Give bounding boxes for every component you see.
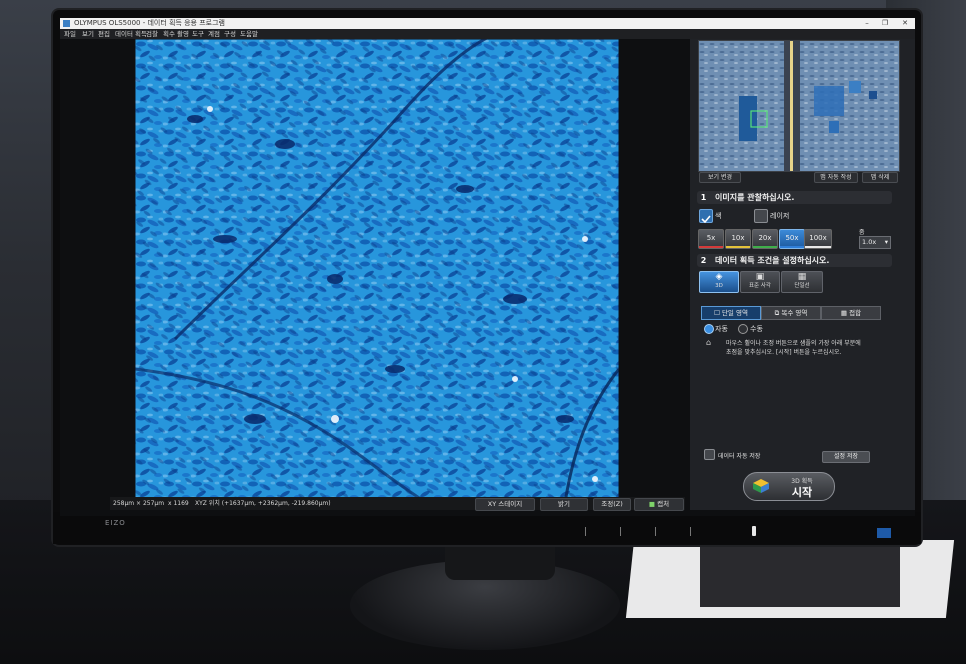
figure-icon: ▣ [755,272,765,282]
bezel-button[interactable] [655,527,656,536]
section2-number: 2 [700,256,707,265]
start-button[interactable]: 3D 획득 시작 [743,472,835,501]
cube-3d-icon [753,479,769,493]
color-checkbox[interactable] [699,209,713,224]
field-size-readout: 258μm × 257μm [113,500,165,507]
zoom-readout: x 1169 [168,500,189,507]
monitor-bezel-bottom [53,512,921,544]
zoom-label: 줌 [859,229,865,236]
power-led-icon [752,526,756,536]
mag-5x-button[interactable]: 5x [698,229,724,249]
radio-manual-label: 수동 [750,325,763,333]
grid-icon: ▦ [840,309,848,317]
menu-help[interactable]: 도움말 [240,29,258,39]
tab-multi-area[interactable]: ⧉ 복수 영역 [761,306,821,320]
laser-label: 레이저 [770,212,790,220]
mag-100x-button[interactable]: 100x [804,229,832,249]
live-microscope-image[interactable] [135,39,619,503]
radio-manual[interactable] [738,324,748,334]
xyz-position-readout: XYZ 위치 (+1637μm, +2362μm, -219.860μm) [195,500,331,507]
app-icon [63,20,70,27]
section1-number: 1 [700,193,707,202]
menu-tools[interactable]: 도구 [192,29,204,39]
chevron-down-icon: ▾ [884,238,888,246]
maximize-button[interactable]: ❐ [876,18,894,29]
laser-checkbox[interactable] [754,209,768,223]
radio-auto[interactable] [704,324,714,334]
mag-20x-button[interactable]: 20x [752,229,778,249]
mode-standard-tile[interactable]: ▣ 표준 사각 [740,271,780,293]
xy-stage-button[interactable]: XY 스테이지 [475,498,535,511]
bezel-button[interactable] [585,527,586,536]
color-label: 색 [715,212,722,220]
auto-map-button[interactable]: 맵 자동 작성 [814,172,858,183]
multi-square-icon: ⧉ [774,309,780,317]
menu-acquire[interactable]: 데이터 획득 [115,29,147,39]
delete-map-button[interactable]: 맵 삭제 [862,172,898,183]
mouse-icon: ⌂ [706,338,712,347]
focus-hint-text: 마우스 휠이나 조정 버튼으로 샘플의 가장 아래 부분에 초점을 맞추십시오.… [726,340,861,356]
adjust-z-button[interactable]: 조정(Z) [593,498,631,511]
menu-file[interactable]: 파일 [64,29,76,39]
autosave-label: 데이터 자동 저장 [718,453,761,460]
capture-button[interactable]: ■ 캡처 [634,498,684,511]
overview-texture [699,41,899,171]
capture-label: 캡처 [657,500,670,508]
intel-sticker [877,528,891,538]
zoom-select[interactable]: 1.0x ▾ [859,236,891,249]
monitor-logo: EIZO [105,519,126,527]
tab-stitch[interactable]: ▦ 접합 [821,306,881,320]
menu-inspect[interactable]: 검찰 [146,29,158,39]
menu-measure[interactable]: 계점 [208,29,220,39]
layers-icon: ◈ [715,272,723,282]
mag-50x-button[interactable]: 50x [779,229,805,249]
section1-title: 이미지를 관찰하십시오. [715,193,795,202]
minimize-button[interactable]: – [858,18,876,29]
mode-line-tile[interactable]: ▦ 단일선 [781,271,823,293]
bezel-button[interactable] [620,527,621,536]
brochure-photo [700,545,900,607]
view-change-button[interactable]: 보기 변경 [699,172,741,183]
menu-edit[interactable]: 편집 [98,29,110,39]
radio-auto-label: 자동 [715,325,728,333]
autosave-checkbox[interactable] [704,449,715,460]
bezel-button[interactable] [690,527,691,536]
mode-3d-tile[interactable]: ◈ 3D [699,271,739,293]
menu-multi[interactable]: 획수 촬영 [163,29,189,39]
grid-icon: ▦ [797,272,807,282]
monitor-stand-neck [445,540,555,580]
mag-10x-button[interactable]: 10x [725,229,751,249]
window-title: OLYMPUS OLS5000 - 데이터 획득 응용 프로그램 [74,19,225,27]
menu-config[interactable]: 구성 [224,29,236,39]
square-icon: ☐ [714,309,720,317]
settings-save-button[interactable]: 설정 저장 [822,451,870,463]
tab-single-area[interactable]: ☐ 단일 영역 [701,306,761,320]
overview-map[interactable] [698,40,900,172]
menu-view[interactable]: 보기 [82,29,94,39]
sample-texture [135,39,619,503]
start-label: 시작 [791,486,813,499]
section2-title: 데이터 획득 조건을 설정하십시오. [715,256,830,265]
brightness-button[interactable]: 밝기 [540,498,588,511]
camera-icon: ■ [648,500,656,508]
close-button[interactable]: ✕ [896,18,914,29]
check-icon [701,215,711,224]
